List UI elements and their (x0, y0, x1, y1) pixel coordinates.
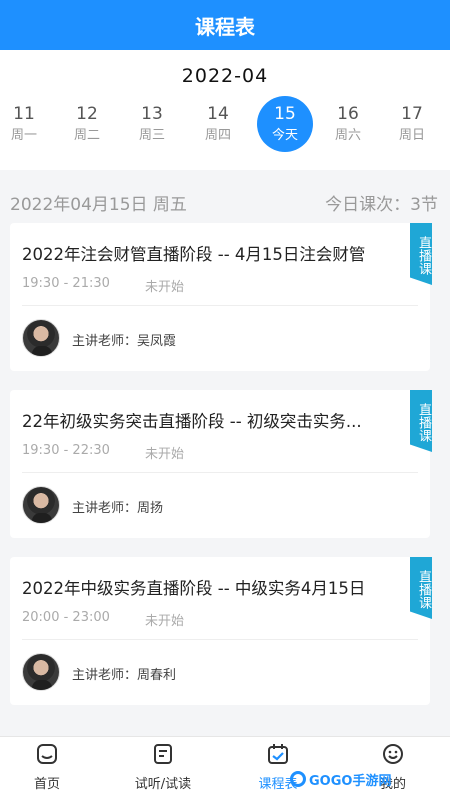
teacher-name: 主讲老师：周扬 (72, 501, 164, 516)
teacher-avatar (22, 319, 60, 357)
course-status: 未开始 (145, 614, 185, 629)
watermark-text: GOGO手游网 (309, 773, 392, 789)
day-number: 13 (141, 103, 163, 124)
live-badge: 直播课 (410, 390, 432, 452)
course-status: 未开始 (145, 280, 185, 295)
tab-label: 试听/试读 (134, 777, 192, 792)
day-weekday: 周二 (73, 127, 100, 143)
day-number: 11 (13, 103, 35, 124)
course-time: 19:30 - 22:30 (22, 443, 110, 458)
app-header: 课程表 (0, 0, 450, 50)
week-date-bar: 2022-04 11 周一 12 周二 13 周三 14 周四 15 今天 16… (0, 50, 450, 170)
tab-trial[interactable]: 试听/试读 (113, 743, 213, 792)
divider (22, 472, 418, 473)
day-number: 15 (274, 103, 296, 124)
home-icon (36, 743, 58, 765)
watermark-logo: GOGO手游网 (290, 768, 410, 790)
day-weekday: 今天 (271, 127, 298, 143)
day-summary: 2022年04月15日 周五 今日课次：3节 (10, 186, 438, 216)
divider (22, 305, 418, 306)
tab-home[interactable]: 首页 (0, 743, 97, 792)
calendar-check-icon (267, 743, 289, 765)
teacher-avatar (22, 486, 60, 524)
course-status: 未开始 (145, 447, 185, 462)
day-13[interactable]: 13 周三 (124, 96, 180, 152)
course-title: 2022年中级实务直播阶段 -- 中级实务4月15日 (22, 579, 366, 598)
day-number: 14 (207, 103, 229, 124)
live-badge: 直播课 (410, 557, 432, 619)
page-title: 课程表 (195, 14, 255, 39)
day-weekday: 周一 (10, 127, 37, 143)
day-17[interactable]: 17 周日 (384, 96, 440, 152)
month-label: 2022-04 (181, 65, 269, 87)
course-time: 20:00 - 23:00 (22, 610, 110, 625)
course-time: 19:30 - 21:30 (22, 276, 110, 291)
day-number: 16 (337, 103, 359, 124)
day-11[interactable]: 11 周一 (0, 96, 52, 152)
smile-icon (382, 743, 404, 765)
day-weekday: 周三 (138, 127, 165, 143)
teacher-avatar (22, 653, 60, 691)
teacher-name: 主讲老师：周春利 (72, 668, 177, 683)
day-weekday: 周六 (334, 127, 361, 143)
teacher-name: 主讲老师：吴凤霞 (72, 334, 177, 349)
lesson-count: 今日课次：3节 (325, 195, 438, 215)
day-number: 12 (76, 103, 98, 124)
book-icon (152, 743, 174, 765)
watermark-icon (290, 771, 306, 787)
day-12[interactable]: 12 周二 (59, 96, 115, 152)
day-weekday: 周四 (204, 127, 231, 143)
day-15-today[interactable]: 15 今天 (257, 96, 313, 152)
course-title: 2022年注会财管直播阶段 -- 4月15日注会财管 (22, 245, 366, 264)
course-card[interactable]: 2022年中级实务直播阶段 -- 中级实务4月15日 20:00 - 23:00… (10, 557, 432, 705)
day-number: 17 (401, 103, 423, 124)
live-badge: 直播课 (410, 223, 432, 285)
day-weekday: 周日 (398, 127, 425, 143)
course-title: 22年初级实务突击直播阶段 -- 初级突击实务... (22, 412, 362, 431)
selected-date: 2022年04月15日 周五 (10, 195, 187, 215)
day-16[interactable]: 16 周六 (320, 96, 376, 152)
course-card[interactable]: 2022年注会财管直播阶段 -- 4月15日注会财管 19:30 - 21:30… (10, 223, 432, 371)
day-14[interactable]: 14 周四 (190, 96, 246, 152)
divider (22, 639, 418, 640)
tab-label: 首页 (33, 777, 60, 792)
day-selector: 11 周一 12 周二 13 周三 14 周四 15 今天 16 周六 17 周… (0, 96, 450, 156)
course-card[interactable]: 22年初级实务突击直播阶段 -- 初级突击实务... 19:30 - 22:30… (10, 390, 432, 538)
